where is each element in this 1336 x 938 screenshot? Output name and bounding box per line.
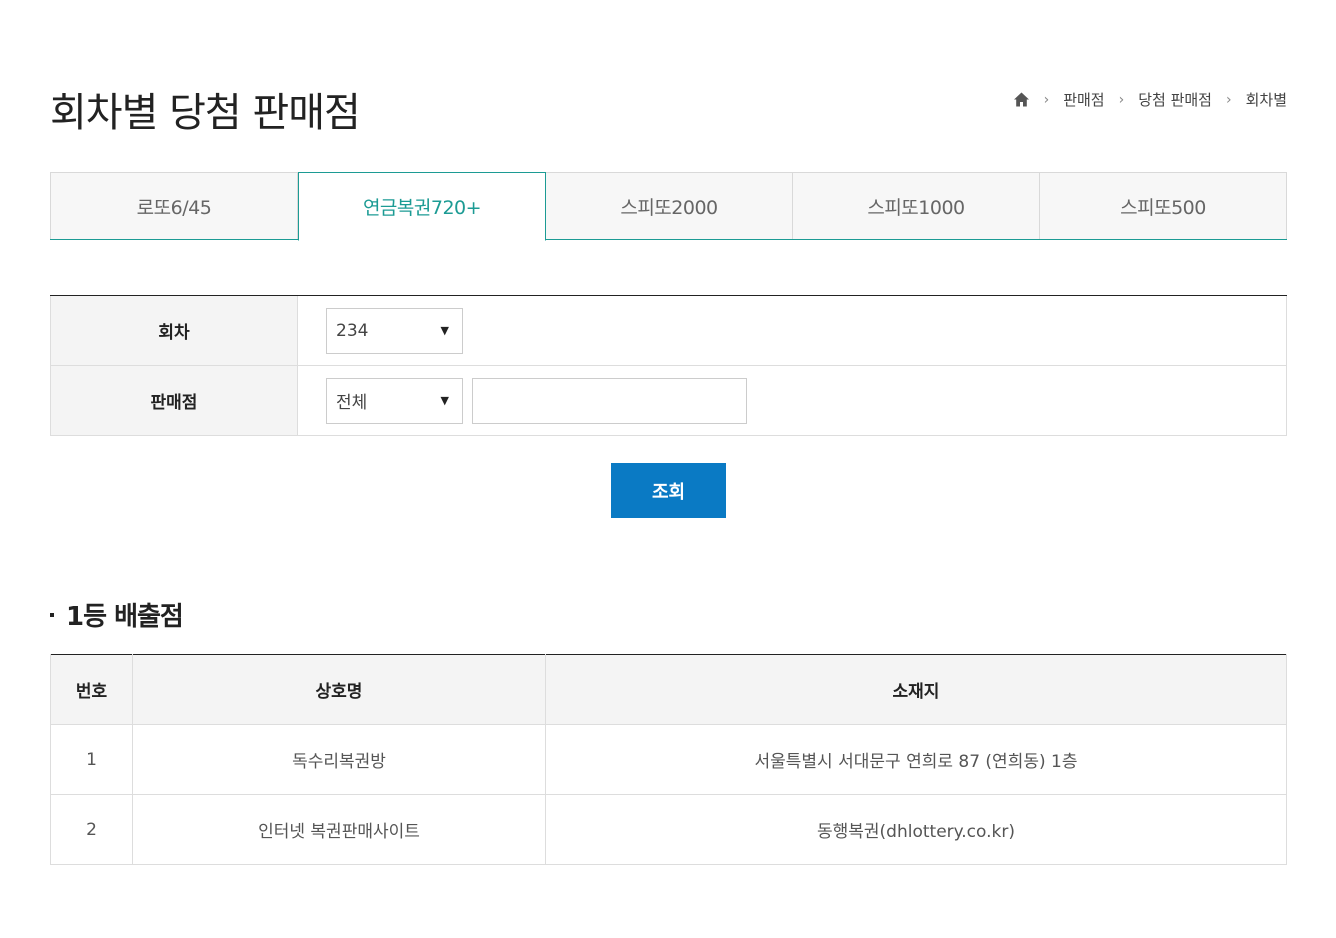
chevron-right-icon: › xyxy=(1225,91,1232,108)
page-title: 회차별 당첨 판매점 xyxy=(50,90,361,136)
cell-no: 2 xyxy=(50,794,133,865)
tab-speetto2000[interactable]: 스피또2000 xyxy=(546,172,793,239)
chevron-right-icon: › xyxy=(1043,91,1050,108)
store-filter-value: 전체 xyxy=(336,393,368,413)
round-select-value: 234 xyxy=(336,320,369,341)
breadcrumb-item-store[interactable]: 판매점 xyxy=(1063,89,1104,110)
game-tabs: 로또6/45 연금복권720+ 스피또2000 스피또1000 스피또500 xyxy=(50,172,1287,241)
section-title-text: 1등 배출점 xyxy=(66,602,184,632)
table-row: 1 독수리복권방 서울특별시 서대문구 연희로 87 (연희동) 1층 xyxy=(50,724,1287,795)
round-label: 회차 xyxy=(51,296,298,365)
tab-pension720[interactable]: 연금복권720+ xyxy=(298,172,546,241)
breadcrumb: › 판매점 › 당첨 판매점 › 회차별 xyxy=(1013,89,1287,110)
tab-speetto500[interactable]: 스피또500 xyxy=(1040,172,1287,239)
section-title: 1등 배출점 xyxy=(50,596,184,633)
cell-address: 동행복권(dhlottery.co.kr) xyxy=(545,794,1287,865)
home-icon[interactable] xyxy=(1013,91,1030,108)
search-row-round: 회차 234 ▼ xyxy=(50,296,1287,366)
results-table: 번호 상호명 소재지 1 독수리복권방 서울특별시 서대문구 연희로 87 (연… xyxy=(50,654,1287,865)
table-row: 2 인터넷 복권판매사이트 동행복권(dhlottery.co.kr) xyxy=(50,794,1287,865)
dropdown-arrow-icon: ▼ xyxy=(440,394,449,407)
dropdown-arrow-icon: ▼ xyxy=(440,324,449,337)
search-form: 회차 234 ▼ 판매점 전체 ▼ xyxy=(50,295,1287,436)
header-address: 소재지 xyxy=(545,654,1287,725)
cell-no: 1 xyxy=(50,724,133,795)
search-button[interactable]: 조회 xyxy=(611,463,726,518)
table-header-row: 번호 상호명 소재지 xyxy=(50,654,1287,725)
tab-speetto1000[interactable]: 스피또1000 xyxy=(793,172,1040,239)
header-no: 번호 xyxy=(50,654,133,725)
store-label: 판매점 xyxy=(51,366,298,435)
chevron-right-icon: › xyxy=(1118,91,1125,108)
round-select[interactable]: 234 ▼ xyxy=(326,307,463,354)
breadcrumb-item-winning-store[interactable]: 당첨 판매점 xyxy=(1138,89,1212,110)
store-search-input[interactable] xyxy=(472,377,747,424)
search-row-store: 판매점 전체 ▼ xyxy=(50,366,1287,436)
tab-lotto645[interactable]: 로또6/45 xyxy=(50,172,298,239)
header-name: 상호명 xyxy=(132,654,546,725)
cell-name: 인터넷 복권판매사이트 xyxy=(132,794,546,865)
store-filter-select[interactable]: 전체 ▼ xyxy=(326,377,463,424)
bullet-icon xyxy=(50,612,54,617)
cell-name: 독수리복권방 xyxy=(132,724,546,795)
cell-address: 서울특별시 서대문구 연희로 87 (연희동) 1층 xyxy=(545,724,1287,795)
breadcrumb-item-by-round[interactable]: 회차별 xyxy=(1246,89,1287,110)
